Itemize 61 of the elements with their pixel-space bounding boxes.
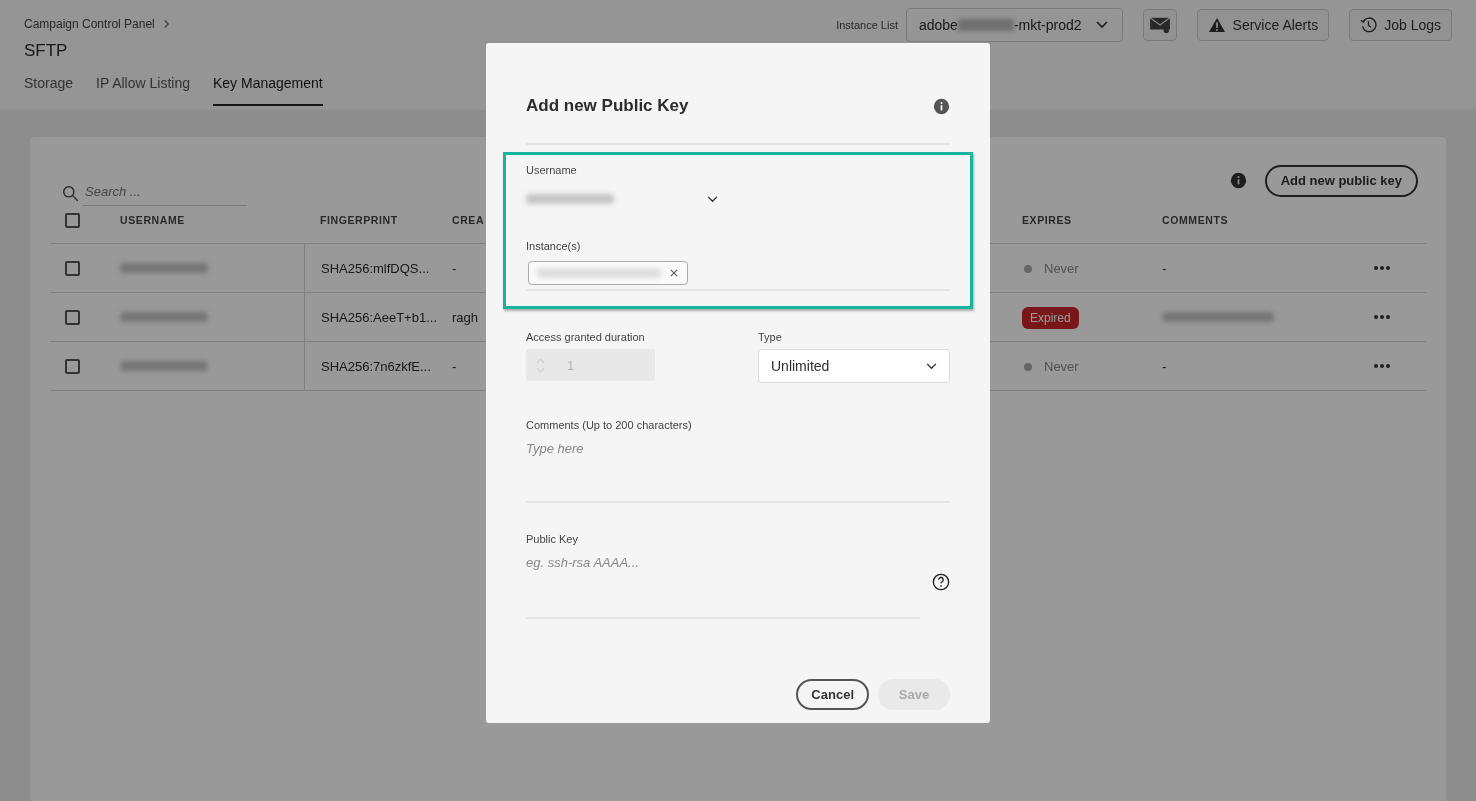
table-cell: SHA256:AeeT+b1... [304,293,437,341]
tab[interactable]: Key Management [212,75,323,106]
help-icon[interactable] [932,573,950,591]
history-icon [1360,16,1378,34]
public-key-field[interactable]: eg. ssh-rsa AAAA... [526,547,920,619]
warning-icon [1207,17,1226,33]
field-label: Access granted duration [526,331,646,343]
job-logs-button[interactable]: Job Logs [1349,9,1452,41]
select-all-checkbox[interactable] [65,212,80,228]
add-public-key-button[interactable]: Add new public key [1264,164,1418,197]
table-cell: - [452,358,457,374]
table-cell: - [452,260,457,276]
service-alerts-button[interactable]: Service Alerts [1196,9,1330,41]
chevron-down-icon [1095,21,1108,29]
tab[interactable]: Storage [24,75,74,106]
column-header: FINGERPRINT [320,214,398,226]
field-label: Username [526,164,578,176]
instance-dropdown[interactable]: adobe -mkt-prod2 [905,8,1123,42]
type-dropdown[interactable]: Unlimited [758,349,950,383]
status-text: Never [1044,260,1079,276]
more-icon[interactable] [1374,364,1390,368]
row-checkbox[interactable] [65,309,80,325]
mail-icon [1148,16,1171,34]
field-label: Instance(s) [526,240,582,252]
breadcrumb-link[interactable]: Campaign Control Panel [24,17,155,31]
blurred-text [957,19,1014,31]
tab[interactable]: IP Allow Listing [96,75,190,106]
table-cell: SHA256:7n6zkfE... [304,342,431,390]
mail-alert-button[interactable] [1142,9,1177,41]
search-icon [62,184,79,202]
status-dot [1024,362,1032,371]
field-label: Public Key [526,533,579,545]
row-checkbox[interactable] [65,358,80,374]
cancel-button[interactable]: Cancel [796,679,869,710]
remove-icon[interactable] [670,269,678,277]
search-field[interactable]: Search ... [83,180,247,206]
more-icon[interactable] [1374,315,1390,319]
status-dot [1024,264,1032,273]
info-icon [933,97,950,115]
dialog-title: Add new Public Key [526,96,689,116]
instance-list-label: Instance List [836,19,898,31]
row-checkbox[interactable] [65,260,80,276]
table-cell: - [1162,358,1167,374]
info-icon [1229,172,1247,189]
column-header: USERNAME [120,214,185,226]
column-header: COMMENTS [1162,214,1229,226]
expired-badge: Expired [1022,306,1079,329]
column-header: EXPIRES [1022,214,1072,226]
field-label: Type [758,331,783,343]
chevron-right-icon [162,19,170,29]
table-cell: ragh [452,309,479,325]
page-title: SFTP [24,41,68,61]
column-header: CREA [452,214,485,226]
chevron-down-icon [926,362,937,370]
comments-field[interactable]: Type here [526,433,950,503]
chevron-down-icon [707,195,718,203]
field-label: Comments (Up to 200 characters) [526,419,693,431]
status-text: Never [1044,358,1079,374]
more-icon[interactable] [1374,266,1390,270]
table-cell: SHA256:mlfDQS... [304,244,430,292]
table-cell: - [1162,260,1167,276]
